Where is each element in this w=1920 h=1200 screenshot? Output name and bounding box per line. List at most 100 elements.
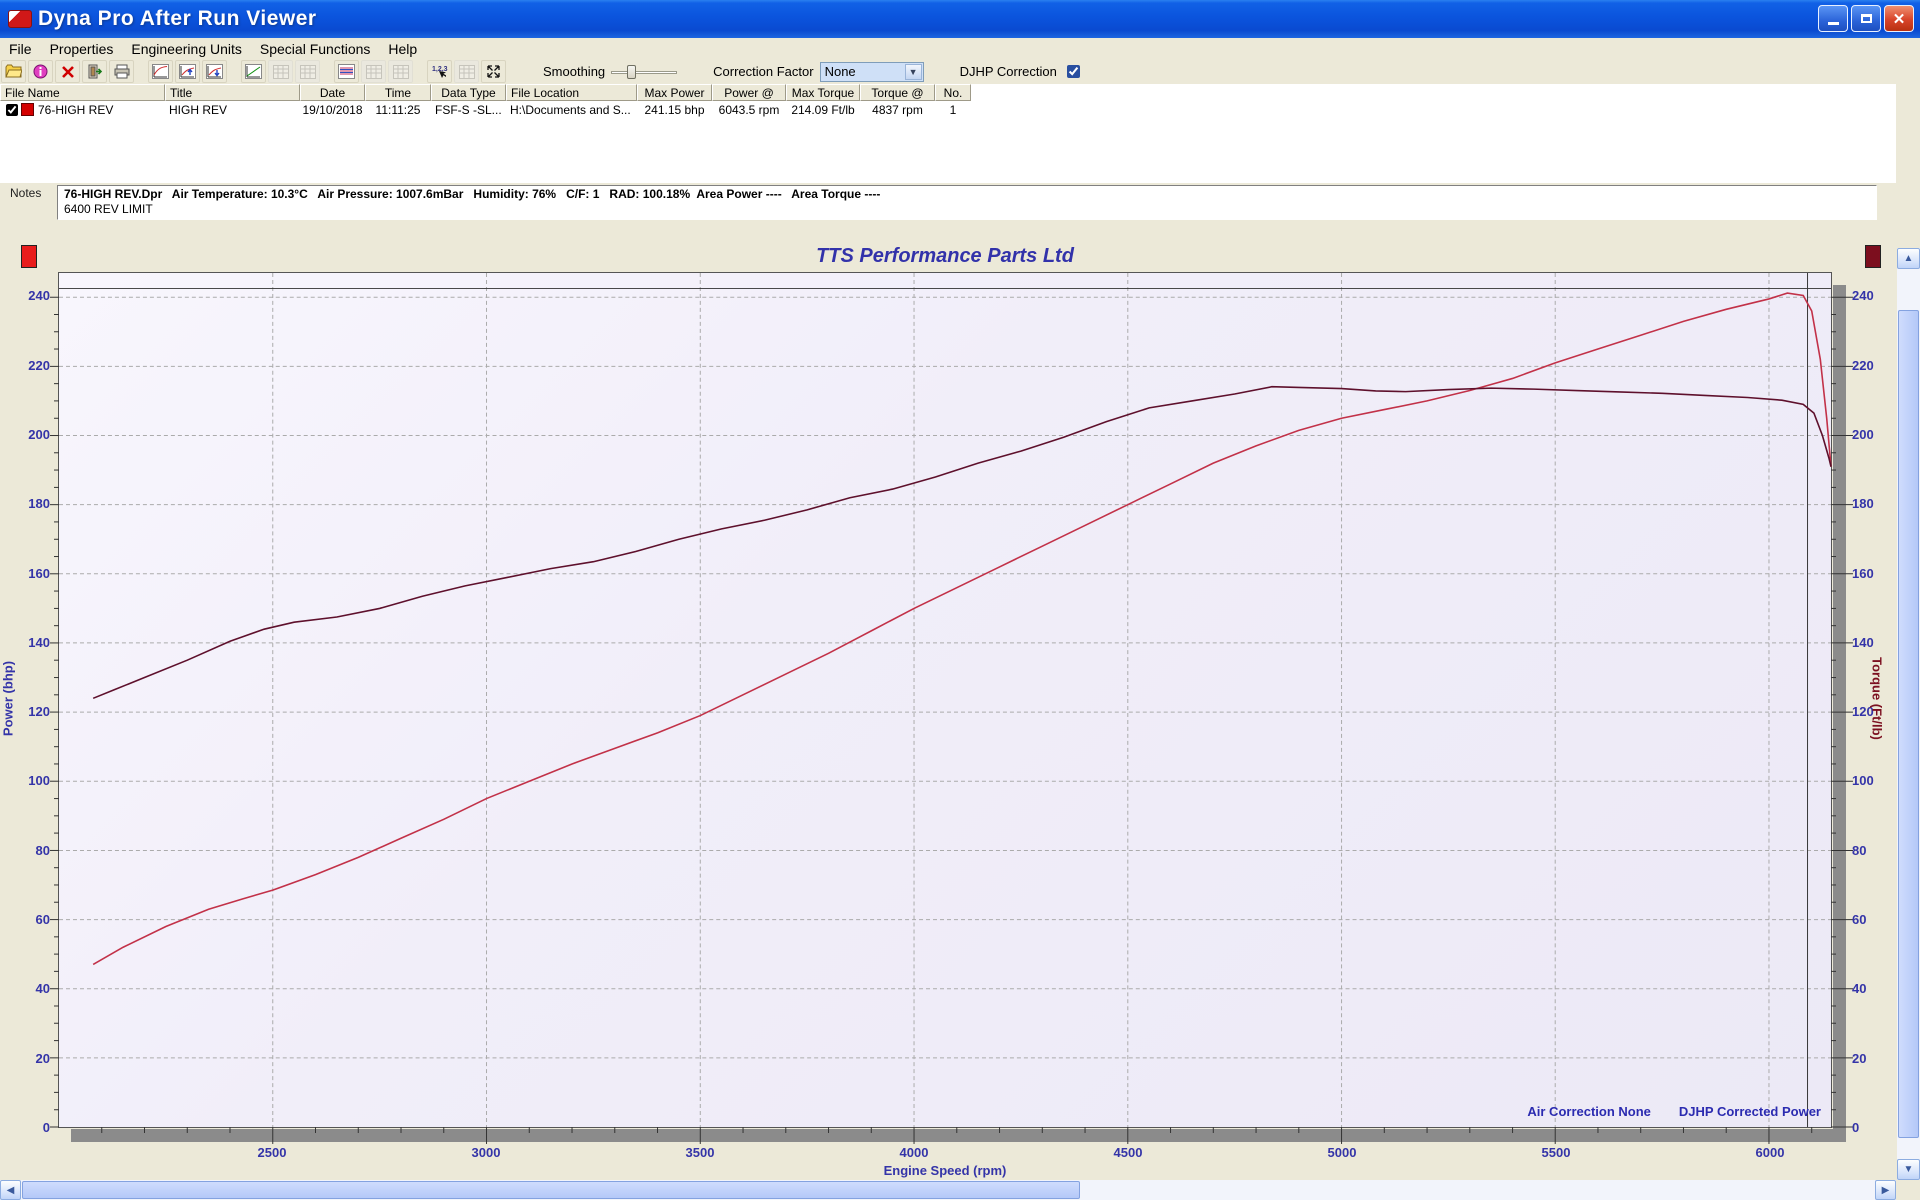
column-header-max-power[interactable]: Max Power — [637, 84, 712, 101]
restore-button[interactable] — [1851, 5, 1881, 32]
exit-button[interactable] — [82, 60, 107, 83]
left-axis-title: Power (bhp) — [1, 479, 16, 919]
x-tick: 4000 — [884, 1145, 944, 1160]
correction-factor-label: Correction Factor — [713, 64, 813, 79]
y-tick-left: 200 — [2, 427, 50, 442]
full-screen-button[interactable] — [481, 60, 506, 83]
plot-area[interactable]: Air Correction None DJHP Corrected Power — [58, 272, 1832, 1128]
minimize-button[interactable] — [1818, 5, 1848, 32]
right-axis-title: Torque (Ft/lb) — [1870, 479, 1885, 919]
table-row[interactable]: 76-HIGH REV HIGH REV 19/10/2018 11:11:25… — [0, 101, 971, 118]
column-header-time[interactable]: Time — [365, 84, 431, 101]
horizontal-scrollbar[interactable]: ◀ ▶ — [0, 1180, 1896, 1200]
column-header-file-location[interactable]: File Location — [506, 84, 637, 101]
graph-power-button[interactable] — [148, 60, 173, 83]
arrow-left-icon: ◀ — [7, 1185, 15, 1196]
smoothing-slider[interactable] — [611, 64, 677, 80]
x-tick: 5000 — [1312, 1145, 1372, 1160]
file-list-header: File Name Title Date Time Data Type File… — [0, 84, 971, 101]
y-tick-right: 220 — [1852, 358, 1900, 373]
menu-engineering-units[interactable]: Engineering Units — [122, 39, 251, 59]
column-header-date[interactable]: Date — [300, 84, 365, 101]
arrow-up-icon: ▲ — [1904, 253, 1914, 264]
cell-no: 1 — [950, 103, 957, 117]
column-header-file-name[interactable]: File Name — [0, 84, 165, 101]
menu-help[interactable]: Help — [379, 39, 426, 59]
open-file-button[interactable] — [1, 60, 26, 83]
delete-x-icon — [61, 65, 75, 79]
grid-icon — [300, 65, 316, 79]
x-tick: 5500 — [1526, 1145, 1586, 1160]
cell-file-location: H:\Documents and S... — [510, 103, 631, 117]
scroll-up-button[interactable]: ▲ — [1897, 248, 1920, 269]
title-bar: Dyna Pro After Run Viewer ✕ — [0, 0, 1920, 38]
chevron-down-icon[interactable]: ▼ — [905, 64, 922, 80]
notes-label: Notes — [10, 186, 41, 200]
run-visible-checkbox[interactable] — [6, 104, 18, 116]
printer-icon — [114, 64, 130, 79]
dyno-curves — [59, 273, 1831, 1127]
expand-arrows-icon — [486, 64, 501, 79]
air-correction-annotation: Air Correction None — [1527, 1104, 1651, 1119]
power-pen-indicator[interactable] — [21, 245, 37, 268]
y-tick-right: 240 — [1852, 288, 1900, 303]
smoothing-slider-track — [611, 71, 677, 74]
scrollbar-corner — [1896, 1180, 1920, 1200]
column-header-title[interactable]: Title — [165, 84, 300, 101]
x-tick: 3000 — [456, 1145, 516, 1160]
chart-arrow-down-icon — [206, 64, 223, 79]
horizontal-scroll-thumb[interactable] — [22, 1181, 1080, 1199]
column-header-power-at[interactable]: Power @ — [712, 84, 786, 101]
cell-torque-at: 4837 rpm — [872, 103, 923, 117]
x-tick: 3500 — [670, 1145, 730, 1160]
menu-properties[interactable]: Properties — [41, 39, 123, 59]
plot-shadow-right — [1833, 285, 1846, 1142]
info-icon — [33, 64, 48, 79]
scroll-down-button[interactable]: ▼ — [1897, 1159, 1920, 1180]
multi-run-graph-button[interactable] — [334, 60, 359, 83]
chart-line-icon — [245, 64, 262, 79]
close-button[interactable]: ✕ — [1884, 5, 1914, 32]
data-grid-button-e[interactable] — [454, 60, 479, 83]
cell-file-name: 76-HIGH REV — [38, 103, 113, 117]
torque-pen-indicator[interactable] — [1865, 245, 1881, 268]
graph-zoom-out-button[interactable] — [202, 60, 227, 83]
data-grid-button-d[interactable] — [388, 60, 413, 83]
file-list: File Name Title Date Time Data Type File… — [0, 84, 1920, 183]
y-tick-left: 240 — [2, 288, 50, 303]
column-header-torque-at[interactable]: Torque @ — [860, 84, 935, 101]
cell-title: HIGH REV — [169, 103, 227, 117]
column-header-max-torque[interactable]: Max Torque — [786, 84, 860, 101]
djhp-correction-checkbox[interactable] — [1067, 65, 1080, 78]
data-grid-button-a[interactable] — [268, 60, 293, 83]
overlay-graph-button[interactable] — [241, 60, 266, 83]
info-button[interactable] — [28, 60, 53, 83]
correction-factor-select[interactable]: None ▼ — [820, 62, 924, 82]
minimize-icon — [1828, 22, 1839, 25]
numeric-cursor-button[interactable]: 1,2,3 — [427, 60, 452, 83]
column-header-no[interactable]: No. — [935, 84, 971, 101]
y-tick-right: 200 — [1852, 427, 1900, 442]
cell-power-at: 6043.5 rpm — [719, 103, 780, 117]
cell-max-torque: 214.09 Ft/lb — [791, 103, 854, 117]
notes-line-1: 76-HIGH REV.Dpr Air Temperature: 10.3°C … — [64, 187, 1870, 202]
menu-special-functions[interactable]: Special Functions — [251, 39, 380, 59]
plot-annotations: Air Correction None DJHP Corrected Power — [1527, 1104, 1821, 1119]
numeric-cursor-icon: 1,2,3 — [431, 64, 448, 79]
graph-zoom-in-button[interactable] — [175, 60, 200, 83]
data-grid-button-b[interactable] — [295, 60, 320, 83]
vertical-scrollbar[interactable]: ▲ ▼ — [1897, 248, 1920, 1180]
smoothing-slider-handle[interactable] — [627, 65, 636, 79]
column-header-data-type[interactable]: Data Type — [431, 84, 506, 101]
print-button[interactable] — [109, 60, 134, 83]
y-tick-right: 40 — [1852, 981, 1900, 996]
scroll-left-button[interactable]: ◀ — [0, 1180, 21, 1200]
notes-textbox[interactable]: 76-HIGH REV.Dpr Air Temperature: 10.3°C … — [57, 185, 1877, 220]
x-tick: 2500 — [242, 1145, 302, 1160]
open-folder-icon — [5, 64, 22, 79]
delete-button[interactable] — [55, 60, 80, 83]
data-grid-button-c[interactable] — [361, 60, 386, 83]
vertical-scroll-thumb[interactable] — [1898, 310, 1919, 1138]
menu-file[interactable]: File — [0, 39, 41, 59]
scroll-right-button[interactable]: ▶ — [1875, 1180, 1896, 1200]
